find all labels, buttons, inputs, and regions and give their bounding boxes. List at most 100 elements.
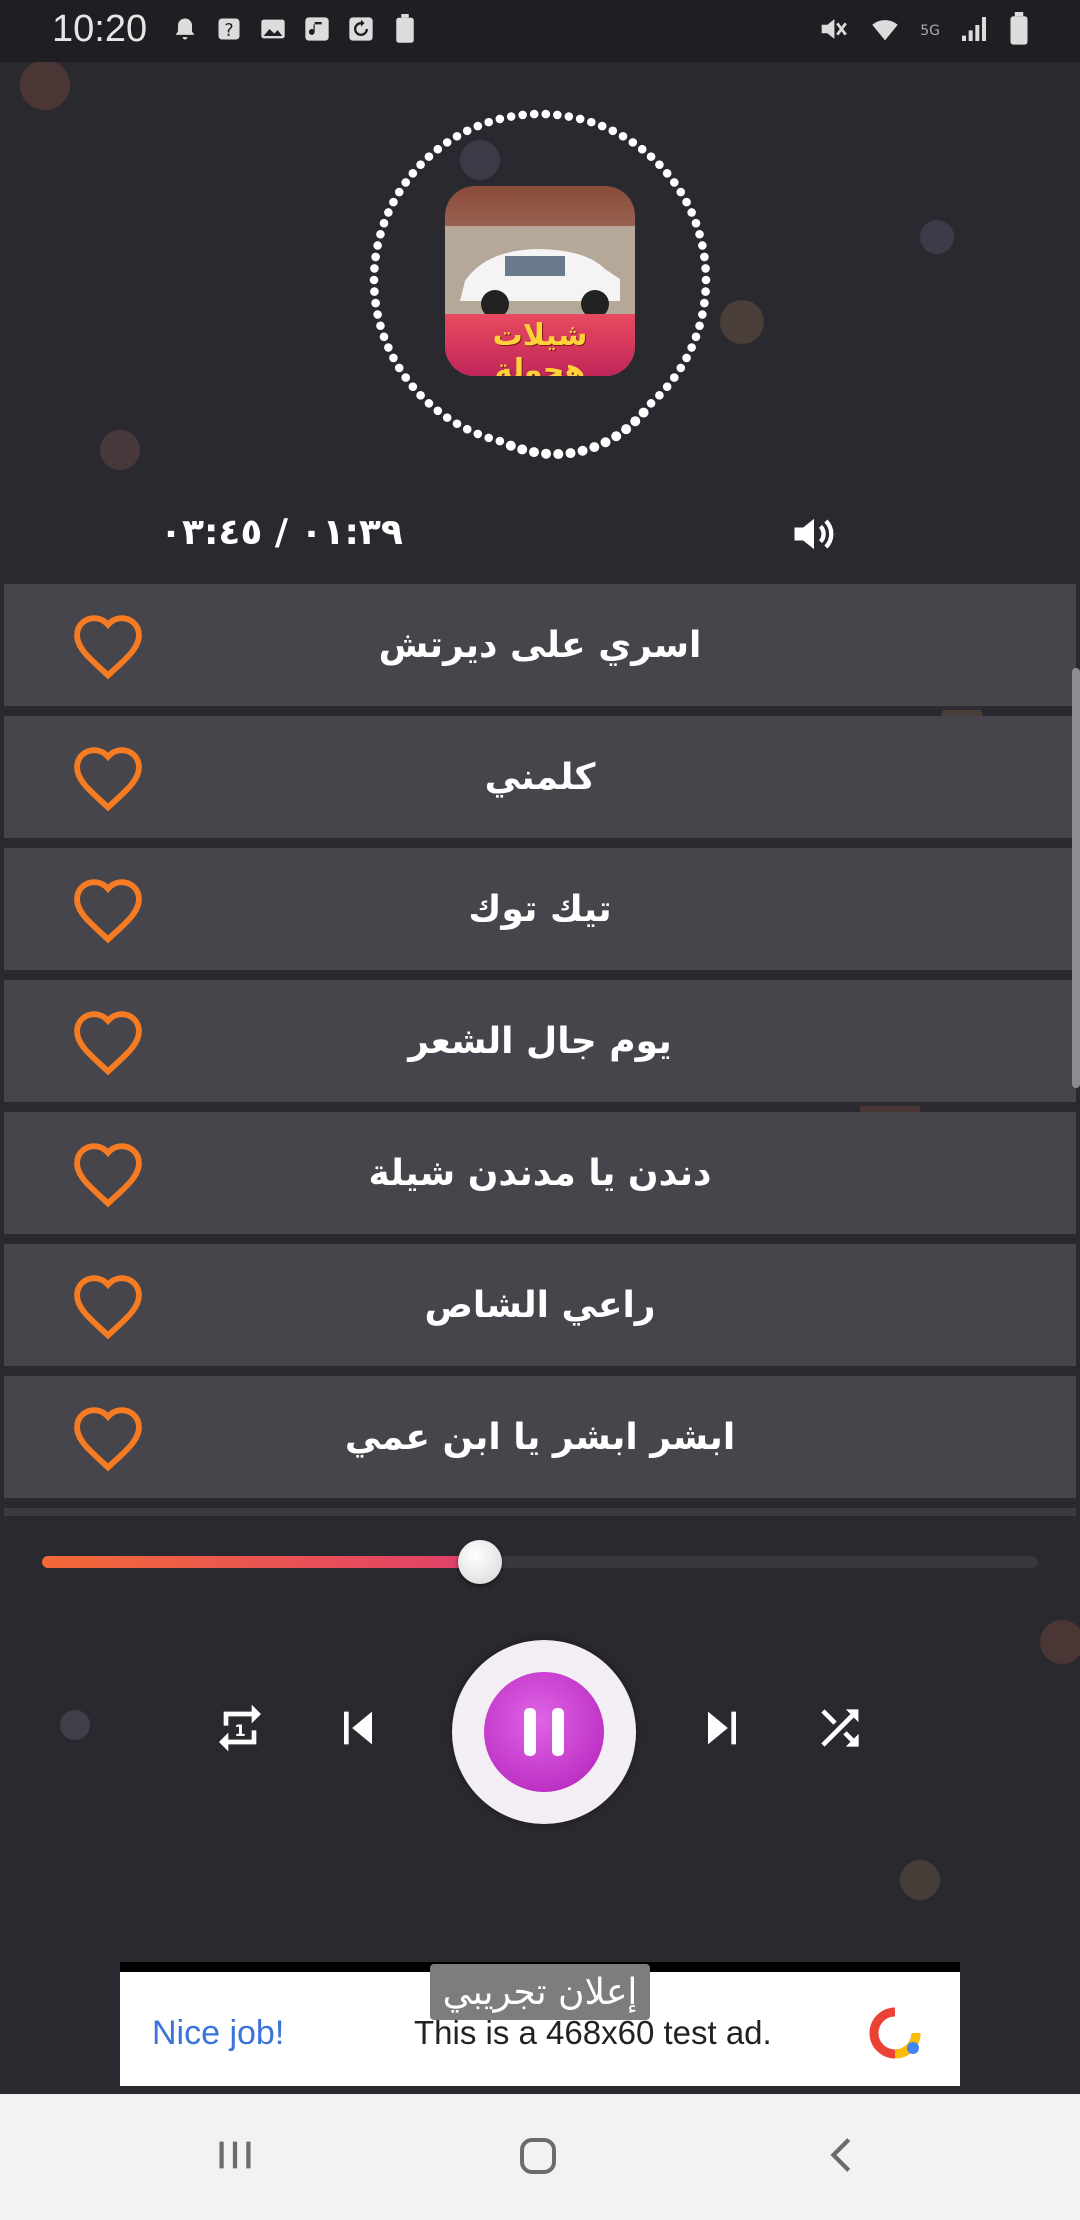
favorite-button[interactable] bbox=[70, 1140, 146, 1208]
seek-bar-progress bbox=[42, 1556, 481, 1568]
visualizer-dot bbox=[389, 353, 398, 363]
visualizer-dot bbox=[408, 382, 418, 392]
visualizer-dot bbox=[376, 229, 385, 239]
next-button[interactable] bbox=[694, 1700, 750, 1760]
visualizer-dot bbox=[473, 121, 483, 131]
ad-test-label: إعلان تجريبي bbox=[430, 1964, 650, 2020]
home-button[interactable] bbox=[514, 2132, 562, 2184]
shuffle-button[interactable] bbox=[812, 1700, 868, 1760]
favorite-button[interactable] bbox=[70, 876, 146, 944]
visualizer-dot bbox=[401, 178, 411, 187]
visualizer-dot bbox=[442, 413, 452, 422]
previous-button[interactable] bbox=[330, 1700, 386, 1760]
bell-icon bbox=[170, 14, 200, 44]
status-time: 10:20 bbox=[52, 8, 148, 50]
visualizer-dot bbox=[577, 445, 588, 456]
ad-logo-icon bbox=[869, 2007, 921, 2059]
heart-icon bbox=[74, 879, 142, 944]
visualizer-dot bbox=[698, 241, 707, 250]
visualizer-dot bbox=[630, 416, 641, 427]
favorite-button[interactable] bbox=[70, 1008, 146, 1076]
visualizer-dot bbox=[462, 424, 472, 434]
visualizer-dot bbox=[424, 399, 434, 408]
visualizer-dot bbox=[371, 298, 380, 308]
track-title: كلمني bbox=[484, 756, 596, 798]
visualizer-dot bbox=[701, 287, 710, 296]
visualizer-dot bbox=[373, 310, 382, 319]
favorite-button[interactable] bbox=[70, 1272, 146, 1340]
visualizer-dot bbox=[564, 112, 574, 121]
visualizer-dot bbox=[384, 208, 393, 217]
visualizer-dot bbox=[433, 406, 443, 416]
visualizer-dot bbox=[416, 160, 425, 169]
status-icons-right: 5G bbox=[816, 12, 1030, 50]
repeat-one-icon: 1 bbox=[219, 1704, 261, 1752]
recent-apps-button[interactable] bbox=[212, 2132, 258, 2182]
skip-next-icon bbox=[708, 1711, 736, 1745]
visualizer-dot bbox=[638, 407, 649, 418]
favorite-button[interactable] bbox=[70, 744, 146, 812]
ad-nice-job: Nice job! bbox=[152, 2014, 285, 2052]
track-row[interactable]: ابشر ابشر يا ابن عمي bbox=[4, 1376, 1076, 1502]
visualizer-dot bbox=[484, 433, 494, 443]
visualizer-dot bbox=[618, 131, 628, 141]
heart-icon bbox=[74, 1407, 142, 1472]
visualizer-dot bbox=[379, 332, 389, 342]
visualizer-dot bbox=[495, 436, 505, 446]
time-readout: ٠١:٣٩ / ٠٣:٤٥ bbox=[160, 512, 403, 553]
visualizer-dot bbox=[433, 144, 443, 154]
track-row[interactable]: كلمني bbox=[4, 716, 1076, 842]
visualizer-dot bbox=[484, 117, 494, 127]
scrollbar-thumb[interactable] bbox=[1072, 668, 1080, 1088]
visualizer-dot bbox=[628, 138, 638, 147]
favorite-button[interactable] bbox=[70, 1404, 146, 1472]
track-row[interactable]: راعي الشاص bbox=[4, 1244, 1076, 1370]
signal-icon bbox=[958, 13, 990, 49]
visualizer-dot bbox=[371, 252, 380, 262]
visualizer-dot bbox=[424, 152, 434, 161]
visualizer-dot bbox=[637, 144, 647, 154]
visualizer-dot bbox=[518, 110, 527, 120]
visualizer-dot bbox=[442, 138, 452, 147]
visualizer-dot bbox=[682, 353, 691, 363]
visualizer-dot bbox=[553, 110, 562, 120]
album-art: شيلات هجولة bbox=[445, 186, 635, 376]
recent-apps-icon bbox=[219, 2141, 251, 2169]
repeat-button[interactable]: 1 bbox=[212, 1700, 268, 1760]
track-list[interactable]: اسري على ديرتش كلمني تيك توك يوم جال الشعر د… bbox=[0, 584, 1080, 1514]
track-title: تيك توك bbox=[468, 888, 612, 930]
visualizer-dot bbox=[529, 109, 539, 119]
visualizer-dot bbox=[676, 363, 686, 373]
visualizer-dot bbox=[505, 440, 516, 451]
skip-previous-icon bbox=[344, 1711, 372, 1745]
visualizer-dot bbox=[600, 437, 611, 448]
track-row[interactable]: تيك توك bbox=[4, 848, 1076, 974]
album-art-caption: شيلات هجولة bbox=[492, 318, 588, 376]
visualizer-dot bbox=[416, 391, 425, 400]
volume-button[interactable] bbox=[786, 508, 842, 560]
visualizer-dot bbox=[701, 264, 710, 273]
visualizer-dot bbox=[687, 343, 696, 352]
track-row[interactable]: دندن يا مدندن شيلة bbox=[4, 1112, 1076, 1238]
status-bar: 10:20 ? 5G bbox=[0, 0, 1080, 62]
seek-bar[interactable] bbox=[42, 1556, 1038, 1568]
favorite-button[interactable] bbox=[70, 612, 146, 680]
track-title: اسري على ديرتش bbox=[378, 624, 702, 666]
visualizer-dot bbox=[646, 152, 656, 161]
track-row[interactable]: يوم جال الشعر bbox=[4, 980, 1076, 1106]
sync-icon bbox=[346, 14, 376, 44]
visualizer-dot bbox=[565, 448, 576, 459]
back-button[interactable] bbox=[820, 2132, 866, 2182]
music-icon bbox=[302, 14, 332, 44]
visualizer-dot bbox=[700, 298, 709, 308]
track-title: يوم جال الشعر bbox=[408, 1020, 672, 1062]
play-pause-button[interactable] bbox=[452, 1640, 636, 1824]
track-title: راعي الشاص bbox=[424, 1284, 656, 1326]
visualizer-dot bbox=[608, 126, 618, 136]
track-row[interactable]: اسري على ديرتش bbox=[4, 584, 1076, 710]
visualizer-dot bbox=[575, 114, 585, 124]
visualizer-dot bbox=[495, 114, 505, 124]
heart-icon bbox=[74, 615, 142, 680]
visualizer-dot bbox=[611, 431, 622, 442]
seek-bar-thumb[interactable] bbox=[458, 1540, 503, 1584]
